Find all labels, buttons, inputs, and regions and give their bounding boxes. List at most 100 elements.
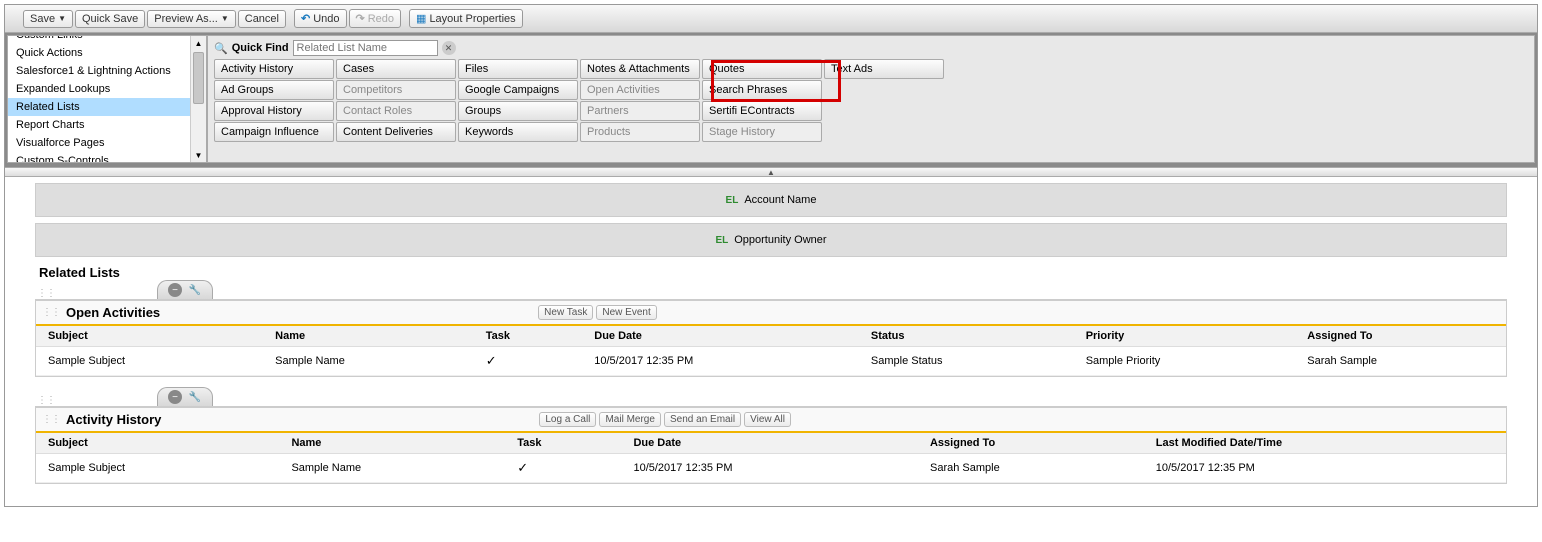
palette-item: Contact Roles [336,101,456,121]
table-cell: Sample Name [279,454,505,483]
table-cell: ✓ [474,347,582,376]
column-header: Subject [36,326,263,347]
palette-item[interactable]: Notes & Attachments [580,59,700,79]
table-cell: 10/5/2017 12:35 PM [621,454,918,483]
activity-history-table: SubjectNameTaskDue DateAssigned ToLast M… [36,433,1506,483]
layout-properties-button[interactable]: ▦ Layout Properties [409,9,523,28]
palette-item[interactable]: Quotes [702,59,822,79]
drag-handle-icon[interactable]: ⋮⋮ [35,288,57,299]
el-tag: EL [715,235,728,246]
scroll-thumb[interactable] [193,52,204,104]
quick-save-button[interactable]: Quick Save [75,10,145,28]
caret-down-icon: ▼ [221,14,229,23]
field-row[interactable]: EL Account Name [35,183,1507,217]
column-header: Task [505,433,621,454]
palette-item[interactable]: Activity History [214,59,334,79]
column-header: Assigned To [918,433,1144,454]
related-list-tools: − 🔧 [157,387,213,406]
component-palette: 🔍 Quick Find ✕ Activity HistoryAd Groups… [207,35,1535,163]
palette-item[interactable]: Text Ads [824,59,944,79]
scrollbar[interactable]: ▲ ▼ [190,36,206,162]
related-list-action-button[interactable]: Log a Call [539,412,596,427]
column-header: Due Date [582,326,859,347]
palette-item: Open Activities [580,80,700,100]
collapse-bar[interactable]: ▲ [5,167,1537,177]
table-cell: Sarah Sample [918,454,1144,483]
palette-item[interactable]: Approval History [214,101,334,121]
check-icon: ✓ [517,460,528,475]
quick-find-input[interactable] [293,40,438,56]
palette-item[interactable]: Ad Groups [214,80,334,100]
table-cell: Sample Subject [36,454,279,483]
undo-button[interactable]: ↶Undo [294,9,347,28]
field-row[interactable]: EL Opportunity Owner [35,223,1507,257]
drag-handle-icon[interactable]: ⋮⋮ [40,414,62,425]
scroll-down-icon[interactable]: ▼ [191,148,206,162]
related-list-action-button[interactable]: View All [744,412,791,427]
save-button[interactable]: Save ▼ [23,10,73,28]
table-cell: ✓ [505,454,621,483]
sidebar-item[interactable]: Report Charts [8,116,206,134]
table-cell: Sarah Sample [1295,347,1506,376]
related-list-tools: − 🔧 [157,280,213,299]
column-header: Name [279,433,505,454]
layout-icon: ▦ [416,12,426,25]
related-list-activity-history: ⋮⋮ Activity History Log a Call Mail Merg… [35,407,1507,484]
column-header: Assigned To [1295,326,1506,347]
sidebar-item[interactable]: Custom Links [8,36,206,44]
palette-item: Products [580,122,700,142]
sidebar-item[interactable]: Visualforce Pages [8,134,206,152]
table-cell: Sample Subject [36,347,263,376]
quick-find-label: Quick Find [232,42,289,54]
related-list-action-button[interactable]: Send an Email [664,412,741,427]
palette-item[interactable]: Search Phrases [702,80,822,100]
open-activities-table: SubjectNameTaskDue DateStatusPriorityAss… [36,326,1506,376]
clear-icon[interactable]: ✕ [442,41,456,55]
redo-icon: ↷ [356,12,365,25]
el-tag: EL [726,195,739,206]
sidebar-item[interactable]: Quick Actions [8,44,206,62]
caret-down-icon: ▼ [58,14,66,23]
palette-item[interactable]: Content Deliveries [336,122,456,142]
wrench-icon[interactable]: 🔧 [188,390,202,404]
section-title: Related Lists [39,265,1507,280]
column-header: Due Date [621,433,918,454]
sidebar-item[interactable]: Related Lists [8,98,206,116]
palette-item[interactable]: Files [458,59,578,79]
sidebar-item[interactable]: Expanded Lookups [8,80,206,98]
palette-item[interactable]: Sertifi EContracts [702,101,822,121]
table-cell: Sample Priority [1074,347,1296,376]
table-cell: 10/5/2017 12:35 PM [1144,454,1506,483]
sidebar-item[interactable]: Custom S-Controls [8,152,206,162]
palette-item[interactable]: Groups [458,101,578,121]
remove-icon[interactable]: − [168,390,182,404]
palette-item[interactable]: Cases [336,59,456,79]
table-cell: Sample Name [263,347,474,376]
related-list-action-button[interactable]: New Task [538,305,593,320]
drag-handle-icon[interactable]: ⋮⋮ [40,307,62,318]
sidebar: Custom LinksQuick ActionsSalesforce1 & L… [7,35,207,163]
table-cell: 10/5/2017 12:35 PM [582,347,859,376]
preview-as-button[interactable]: Preview As... ▼ [147,10,236,28]
column-header: Priority [1074,326,1296,347]
palette-item[interactable]: Campaign Influence [214,122,334,142]
related-list-action-button[interactable]: New Event [596,305,656,320]
drag-handle-icon[interactable]: ⋮⋮ [35,395,57,406]
column-header: Status [859,326,1074,347]
cancel-button[interactable]: Cancel [238,10,286,28]
search-icon: 🔍 [214,42,228,55]
scroll-up-icon[interactable]: ▲ [191,36,206,50]
column-header: Name [263,326,474,347]
related-list-action-button[interactable]: Mail Merge [599,412,660,427]
check-icon: ✓ [486,353,497,368]
sidebar-item[interactable]: Salesforce1 & Lightning Actions [8,62,206,80]
undo-icon: ↶ [301,12,310,25]
related-list-open-activities: ⋮⋮ Open Activities New Task New Event Su… [35,300,1507,377]
wrench-icon[interactable]: 🔧 [188,283,202,297]
remove-icon[interactable]: − [168,283,182,297]
palette-item[interactable]: Keywords [458,122,578,142]
palette-item: Stage History [702,122,822,142]
column-header: Subject [36,433,279,454]
palette-item[interactable]: Google Campaigns [458,80,578,100]
field-label: Opportunity Owner [734,234,826,246]
